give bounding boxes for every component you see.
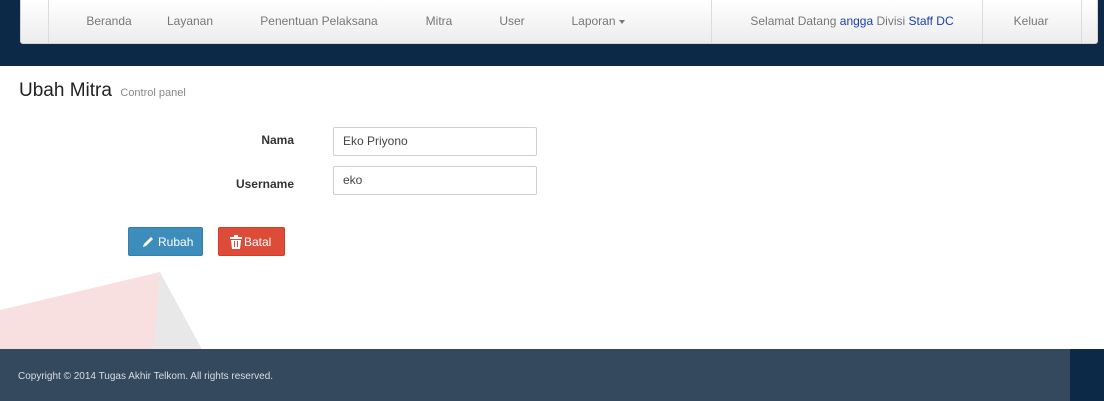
nav-item-beranda[interactable]: Beranda xyxy=(72,0,146,43)
division-prefix: Divisi xyxy=(876,14,906,28)
rubah-button[interactable]: Rubah xyxy=(128,227,203,256)
nama-input[interactable]: Eko Priyono xyxy=(333,127,537,156)
page-header: Ubah Mitra Control panel xyxy=(19,80,186,102)
current-username: angga xyxy=(839,14,874,28)
nav-divider xyxy=(48,0,49,43)
nav-divider xyxy=(982,0,983,43)
batal-button[interactable]: Batal xyxy=(218,227,285,256)
footer-edge xyxy=(1070,349,1104,401)
copyright-text: Copyright © 2014 Tugas Akhir Telkom. All… xyxy=(18,371,274,382)
footer: Copyright © 2014 Tugas Akhir Telkom. All… xyxy=(0,349,1104,401)
current-division: Staff DC xyxy=(908,14,954,28)
nav-item-layanan[interactable]: Layanan xyxy=(152,0,228,43)
nav-divider xyxy=(711,0,712,43)
nav-item-penentuan-pelaksana[interactable]: Penentuan Pelaksana xyxy=(251,0,387,43)
welcome-message: Selamat Datang angga Divisi Staff DC xyxy=(734,0,970,43)
nama-label: Nama xyxy=(261,133,294,147)
page-subtitle: Control panel xyxy=(120,87,186,99)
page-title: Ubah Mitra xyxy=(19,80,112,101)
batal-label: Batal xyxy=(244,235,272,249)
nav-item-user[interactable]: User xyxy=(488,0,536,43)
nav-item-laporan-label: Laporan xyxy=(571,14,616,28)
trash-icon xyxy=(230,235,242,249)
username-input[interactable]: eko xyxy=(333,166,537,195)
nav-divider xyxy=(1081,0,1082,43)
welcome-prefix: Selamat Datang xyxy=(750,14,837,28)
nav-menu: Beranda Layanan Penentuan Pelaksana Mitr… xyxy=(20,0,1098,44)
nav-item-laporan-dropdown[interactable]: Laporan xyxy=(560,0,636,43)
rubah-label: Rubah xyxy=(158,235,194,249)
pencil-icon xyxy=(143,237,153,247)
caret-down-icon xyxy=(618,19,625,24)
top-navbar: Beranda Layanan Penentuan Pelaksana Mitr… xyxy=(0,0,1104,66)
logout-link[interactable]: Keluar xyxy=(993,0,1069,43)
nav-item-mitra[interactable]: Mitra xyxy=(415,0,463,43)
username-label: Username xyxy=(235,177,294,191)
